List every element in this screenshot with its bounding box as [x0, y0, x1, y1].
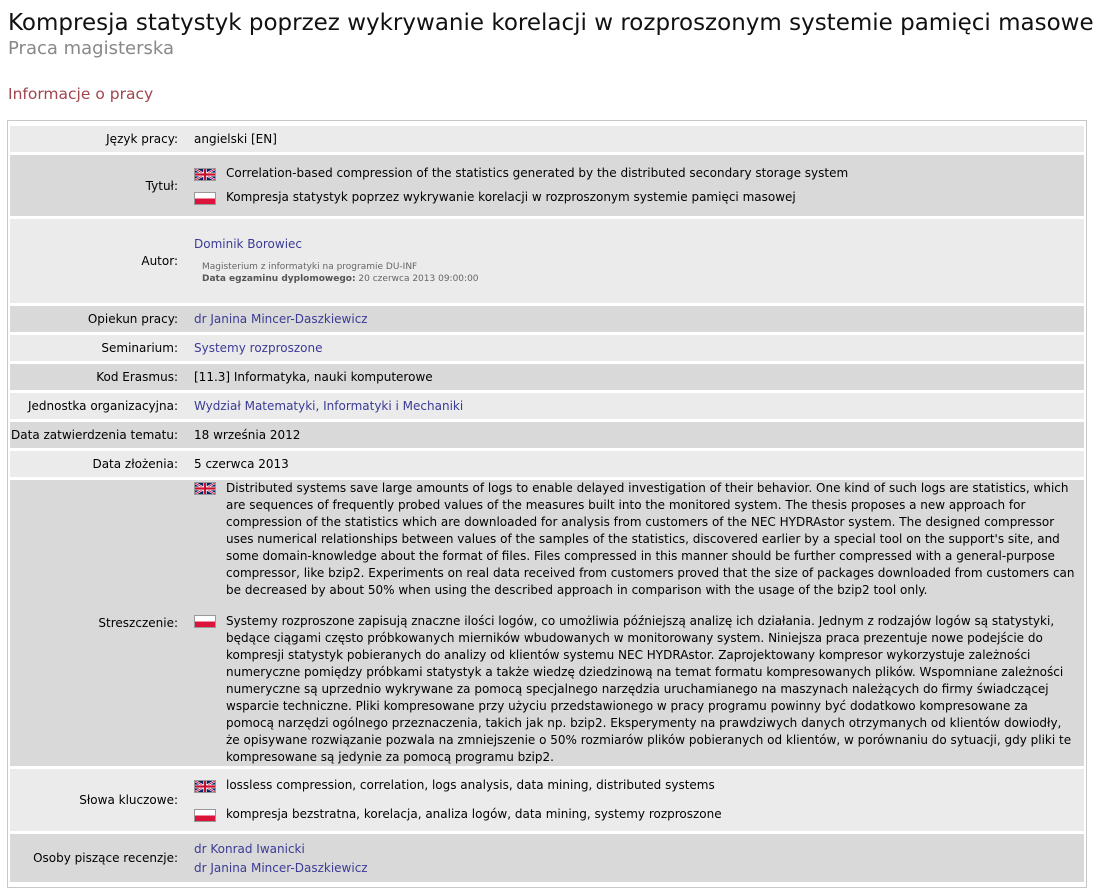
row-label: Tytuł: [10, 155, 187, 216]
submission-date-value: 5 czerwca 2013 [187, 451, 1084, 477]
row-label: Data zatwierdzenia tematu: [10, 422, 187, 448]
row-submission-date: Data złożenia: 5 czerwca 2013 [10, 451, 1084, 477]
title-polish: Kompresja statystyk poprzez wykrywanie k… [226, 190, 796, 204]
row-label: Data złożenia: [10, 451, 187, 477]
poland-flag-icon [194, 615, 216, 628]
title-english: Correlation-based compression of the sta… [226, 166, 849, 180]
poland-flag-icon [194, 192, 216, 205]
seminar-link[interactable]: Systemy rozproszone [194, 341, 322, 355]
row-unit: Jednostka organizacyjna: Wydział Matemat… [10, 393, 1084, 419]
row-keywords: Słowa kluczowe: lossless compression, co… [10, 769, 1084, 831]
poland-flag-icon [194, 809, 216, 822]
keywords-polish: kompresja bezstratna, korelacja, analiza… [226, 807, 722, 821]
unit-link[interactable]: Wydział Matematyki, Informatyki i Mechan… [194, 399, 463, 413]
exam-date-value: 20 czerwca 2013 09:00:00 [358, 274, 479, 284]
row-language: Język pracy: angielski [EN] [10, 126, 1084, 152]
row-label: Streszczenie: [10, 480, 187, 766]
abstract-english: Distributed systems save large amounts o… [226, 481, 1075, 597]
row-label: Język pracy: [10, 126, 187, 152]
keywords-english: lossless compression, correlation, logs … [226, 778, 715, 792]
row-supervisor: Opiekun pracy: dr Janina Mincer-Daszkiew… [10, 306, 1084, 332]
row-title: Tytuł: Correlation-based compression of … [10, 155, 1084, 216]
page-title: Kompresja statystyk poprzez wykrywanie k… [8, 10, 1093, 36]
language-value: angielski [EN] [187, 126, 1084, 152]
row-reviewers: Osoby piszące recenzje: dr Konrad Iwanic… [10, 834, 1084, 882]
row-label: Jednostka organizacyjna: [10, 393, 187, 419]
row-erasmus: Kod Erasmus: [11.3] Informatyka, nauki k… [10, 364, 1084, 390]
reviewer-link[interactable]: dr Janina Mincer-Daszkiewicz [194, 861, 368, 875]
row-abstract: Streszczenie: Distributed systems save l… [10, 480, 1084, 766]
thesis-info-table: Język pracy: angielski [EN] Tytuł: Corre… [7, 120, 1087, 888]
author-program: Magisterium z informatyki na programie D… [202, 262, 418, 272]
row-label: Seminarium: [10, 335, 187, 361]
exam-date-label: Data egzaminu dyplomowego: [202, 274, 356, 284]
row-label: Kod Erasmus: [10, 364, 187, 390]
author-link[interactable]: Dominik Borowiec [194, 237, 302, 251]
row-seminar: Seminarium: Systemy rozproszone [10, 335, 1084, 361]
section-title: Informacje o pracy [8, 85, 154, 103]
erasmus-value: [11.3] Informatyka, nauki komputerowe [187, 364, 1084, 390]
row-author: Autor: Dominik Borowiec Magisterium z in… [10, 219, 1084, 303]
uk-flag-icon [194, 168, 216, 181]
approval-date-value: 18 września 2012 [187, 422, 1084, 448]
abstract-polish: Systemy rozproszone zapisują znaczne ilo… [226, 614, 1072, 764]
row-label: Opiekun pracy: [10, 306, 187, 332]
row-label: Autor: [10, 219, 187, 303]
header: Kompresja statystyk poprzez wykrywanie k… [0, 0, 1093, 104]
uk-flag-icon [194, 482, 216, 495]
uk-flag-icon [194, 780, 216, 793]
row-label: Słowa kluczowe: [10, 769, 187, 831]
reviewer-link[interactable]: dr Konrad Iwanicki [194, 842, 305, 856]
supervisor-link[interactable]: dr Janina Mincer-Daszkiewicz [194, 312, 368, 326]
author-details: Magisterium z informatyki na programie D… [194, 261, 1076, 285]
row-approval-date: Data zatwierdzenia tematu: 18 września 2… [10, 422, 1084, 448]
page-subtitle: Praca magisterska [8, 38, 175, 59]
row-label: Osoby piszące recenzje: [10, 834, 187, 882]
